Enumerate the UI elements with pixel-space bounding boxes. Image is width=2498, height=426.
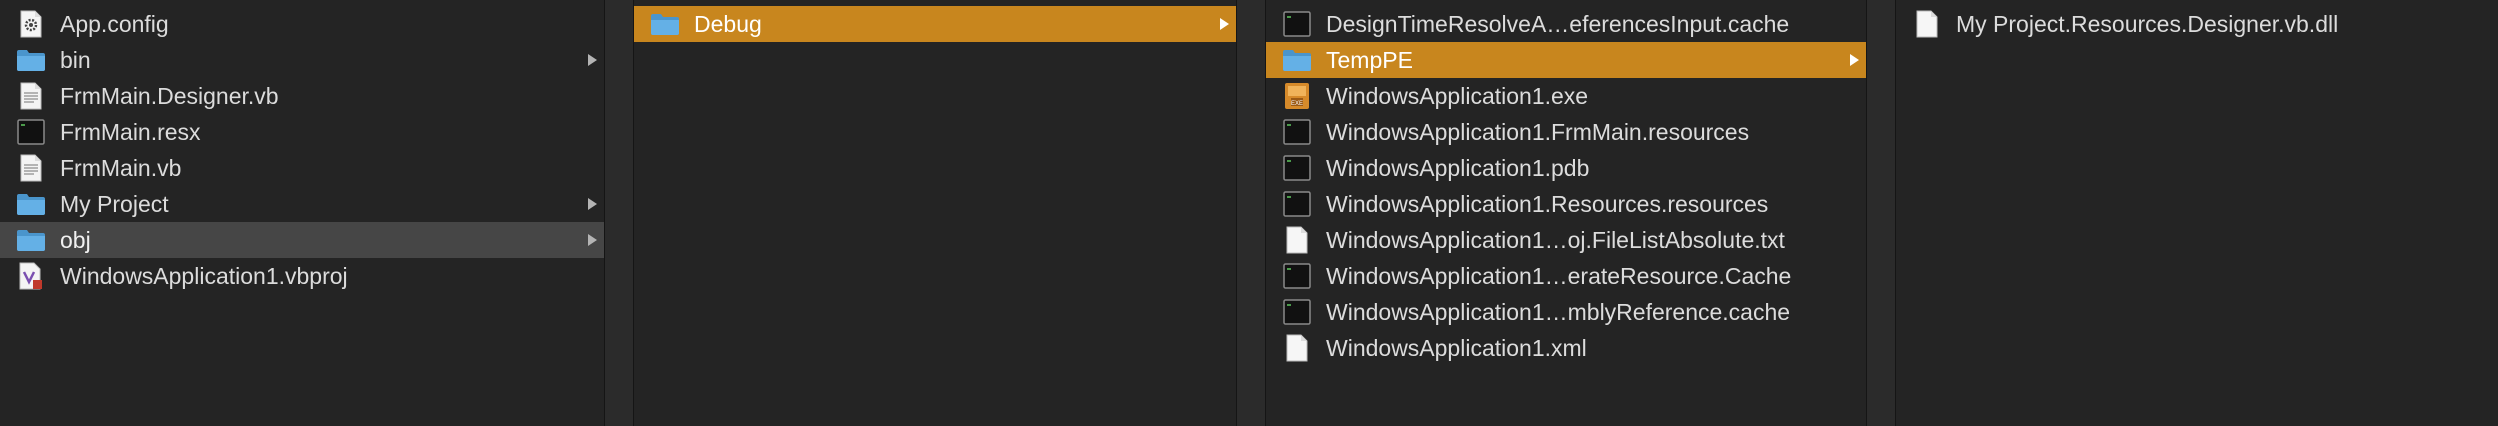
- disclosure-arrow-icon: [586, 42, 598, 78]
- file-item[interactable]: FrmMain.Designer.vb: [0, 78, 604, 114]
- item-name: FrmMain.resx: [60, 119, 201, 145]
- file-item[interactable]: EXE WindowsApplication1.exe: [1266, 78, 1866, 114]
- terminal-document-icon: [1282, 262, 1312, 290]
- folder-item[interactable]: obj: [0, 222, 604, 258]
- blank-document-icon: [1912, 10, 1942, 38]
- text-document-icon: [16, 154, 46, 182]
- file-item[interactable]: WindowsApplication1.FrmMain.resources: [1266, 114, 1866, 150]
- terminal-document-icon: [1282, 10, 1312, 38]
- column-divider[interactable]: [604, 0, 634, 426]
- item-name: obj: [60, 227, 91, 253]
- terminal-document-icon: [1282, 154, 1312, 182]
- folder-icon: [16, 46, 46, 74]
- text-document-icon: [16, 82, 46, 110]
- folder-item[interactable]: TempPE: [1266, 42, 1866, 78]
- item-name: WindowsApplication1.vbproj: [60, 263, 348, 289]
- column-temppe[interactable]: My Project.Resources.Designer.vb.dll: [1896, 0, 2498, 426]
- item-name: My Project: [60, 191, 169, 217]
- item-name: WindowsApplication1.pdb: [1326, 155, 1590, 181]
- disclosure-arrow-icon: [1218, 6, 1230, 42]
- svg-text:EXE: EXE: [1291, 101, 1303, 107]
- item-name: Debug: [694, 11, 762, 37]
- item-name: WindowsApplication1…oj.FileListAbsolute.…: [1326, 227, 1785, 253]
- folder-icon: [650, 10, 680, 38]
- item-name: TempPE: [1326, 47, 1413, 73]
- item-name: App.config: [60, 11, 169, 37]
- file-item[interactable]: WindowsApplication1…mblyReference.cache: [1266, 294, 1866, 330]
- terminal-document-icon: [1282, 298, 1312, 326]
- disclosure-arrow-icon: [586, 186, 598, 222]
- file-item[interactable]: FrmMain.resx: [0, 114, 604, 150]
- blank-document-icon: [1282, 334, 1312, 362]
- item-name: bin: [60, 47, 91, 73]
- column-divider[interactable]: [1236, 0, 1266, 426]
- disclosure-arrow-icon: [1848, 42, 1860, 78]
- terminal-document-icon: [16, 118, 46, 146]
- file-item[interactable]: WindowsApplication1.xml: [1266, 330, 1866, 366]
- file-item[interactable]: DesignTimeResolveA…eferencesInput.cache: [1266, 6, 1866, 42]
- item-name: FrmMain.vb: [60, 155, 182, 181]
- executable-icon: EXE: [1282, 82, 1312, 110]
- disclosure-arrow-icon: [586, 222, 598, 258]
- item-name: WindowsApplication1.exe: [1326, 83, 1589, 109]
- item-name: My Project.Resources.Designer.vb.dll: [1956, 11, 2339, 37]
- blank-document-icon: [1282, 226, 1312, 254]
- file-item[interactable]: WindowsApplication1…oj.FileListAbsolute.…: [1266, 222, 1866, 258]
- folder-item[interactable]: Debug: [634, 6, 1236, 42]
- folder-icon: [16, 226, 46, 254]
- item-name: WindowsApplication1.FrmMain.resources: [1326, 119, 1750, 145]
- item-name: WindowsApplication1…mblyReference.cache: [1326, 299, 1791, 325]
- item-name: FrmMain.Designer.vb: [60, 83, 279, 109]
- folder-icon: [1282, 46, 1312, 74]
- file-item[interactable]: WindowsApplication1.pdb: [1266, 150, 1866, 186]
- item-name: DesignTimeResolveA…eferencesInput.cache: [1326, 11, 1790, 37]
- item-name: WindowsApplication1.xml: [1326, 335, 1587, 361]
- file-item[interactable]: App.config: [0, 6, 604, 42]
- column-browser: App.config bin FrmMain.Designer.vb FrmMain.…: [0, 0, 2498, 426]
- terminal-document-icon: [1282, 190, 1312, 218]
- file-item[interactable]: My Project.Resources.Designer.vb.dll: [1896, 6, 2498, 42]
- file-item[interactable]: WindowsApplication1…erateResource.Cache: [1266, 258, 1866, 294]
- file-item[interactable]: WindowsApplication1.Resources.resources: [1266, 186, 1866, 222]
- gear-document-icon: [16, 10, 46, 38]
- folder-icon: [16, 190, 46, 218]
- visual-studio-project-icon: [16, 262, 46, 290]
- item-name: WindowsApplication1.Resources.resources: [1326, 191, 1769, 217]
- column-divider[interactable]: [1866, 0, 1896, 426]
- folder-item[interactable]: My Project: [0, 186, 604, 222]
- column-debug[interactable]: DesignTimeResolveA…eferencesInput.cache T…: [1266, 0, 1866, 426]
- file-item[interactable]: WindowsApplication1.vbproj: [0, 258, 604, 294]
- item-name: WindowsApplication1…erateResource.Cache: [1326, 263, 1792, 289]
- terminal-document-icon: [1282, 118, 1312, 146]
- file-item[interactable]: FrmMain.vb: [0, 150, 604, 186]
- column-project[interactable]: App.config bin FrmMain.Designer.vb FrmMain.…: [0, 0, 604, 426]
- column-obj[interactable]: Debug: [634, 0, 1236, 426]
- folder-item[interactable]: bin: [0, 42, 604, 78]
